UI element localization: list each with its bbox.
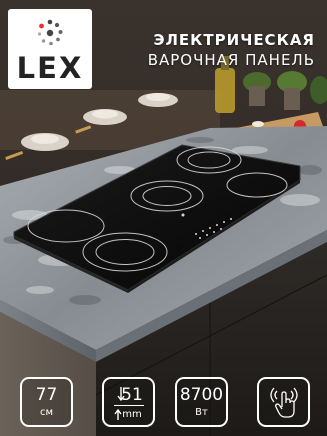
depth-unit: mm — [122, 409, 142, 420]
product-title: ЭЛЕКТРИЧЕСКАЯ ВАРОЧНАЯ ПАНЕЛЬ — [148, 30, 315, 70]
title-line-2: ВАРОЧНАЯ ПАНЕЛЬ — [147, 51, 315, 69]
depth-value: 51 — [121, 385, 143, 405]
title-line-1: ЭЛЕКТРИЧЕСКАЯ — [153, 31, 315, 49]
logo-text: LEX — [16, 51, 84, 85]
power-value: 8700 — [179, 385, 224, 405]
touch-control-badge — [257, 377, 310, 427]
product-banner: LEX ЭЛЕКТРИЧЕСКАЯ ВАРОЧНАЯ ПАНЕЛЬ 77 см … — [0, 0, 327, 436]
logo-dots-icon — [37, 19, 63, 46]
oil-bottle — [215, 68, 235, 113]
width-value: 77 — [35, 385, 58, 405]
brand-logo: LEX — [8, 9, 92, 89]
width-unit: см — [39, 407, 54, 418]
power-unit: Вт — [195, 407, 208, 418]
depth-badge: 51 mm — [102, 377, 155, 427]
divider — [114, 405, 144, 406]
power-badge: 8700 Вт — [175, 377, 228, 427]
touch-control-icon — [270, 387, 298, 418]
width-badge: 77 см — [20, 377, 73, 427]
